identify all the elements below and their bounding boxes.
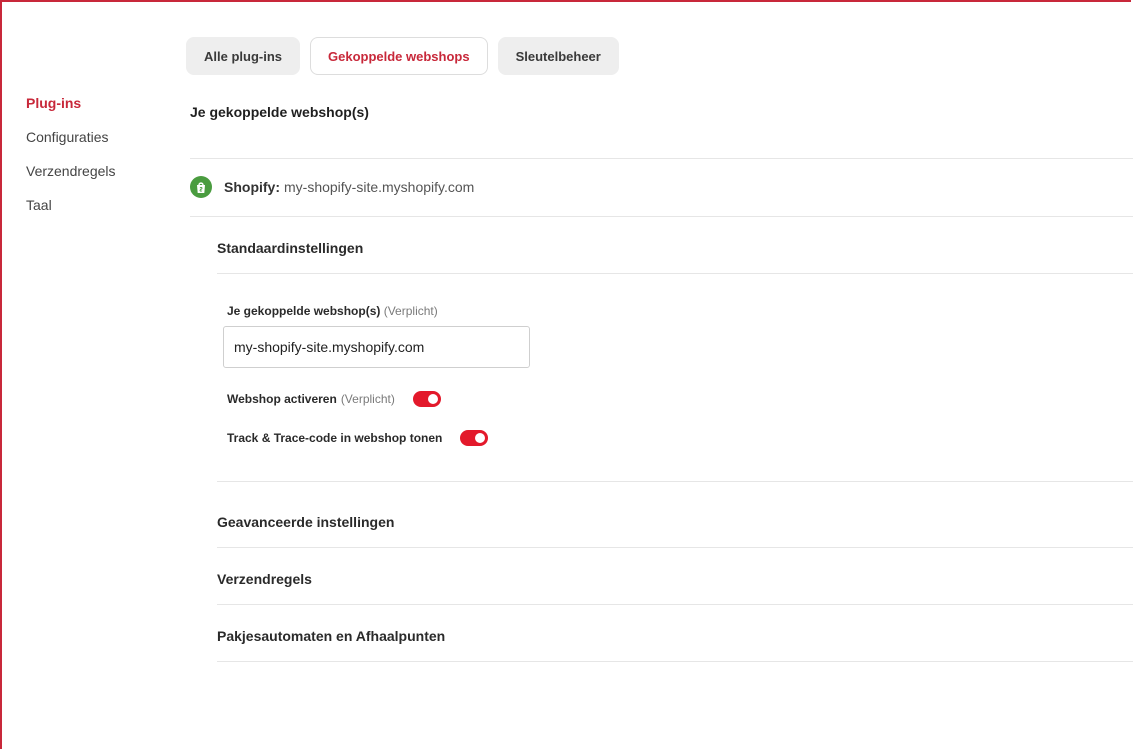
webshop-url-input[interactable] — [223, 326, 530, 368]
activate-webshop-row: Webshop activeren (Verplicht) — [227, 391, 441, 407]
sidebar-item-language[interactable]: Taal — [26, 196, 166, 230]
divider — [217, 661, 1133, 662]
shop-platform: Shopify: — [224, 179, 280, 195]
divider — [217, 547, 1133, 548]
track-trace-label: Track & Trace-code in webshop tonen — [227, 431, 443, 445]
sidebar: Plug-ins Configuraties Verzendregels Taa… — [26, 94, 166, 230]
section-shipping-rules[interactable]: Verzendregels — [217, 571, 312, 587]
section-advanced-settings[interactable]: Geavanceerde instellingen — [217, 514, 394, 530]
activate-webshop-toggle[interactable] — [412, 391, 441, 407]
toggle-knob — [427, 394, 438, 404]
tab-bar: Alle plug-ins Gekoppelde webshops Sleute… — [186, 37, 619, 75]
activate-webshop-label: Webshop activeren — [227, 392, 337, 406]
tab-linked-webshops[interactable]: Gekoppelde webshops — [310, 37, 488, 75]
sidebar-item-configurations[interactable]: Configuraties — [26, 128, 166, 162]
tab-all-plugins[interactable]: Alle plug-ins — [186, 37, 300, 75]
required-hint: (Verplicht) — [340, 392, 395, 406]
section-parcel-lockers-pickup-points[interactable]: Pakjesautomaten en Afhaalpunten — [217, 628, 445, 644]
sidebar-item-shipping-rules[interactable]: Verzendregels — [26, 162, 166, 196]
app-frame — [0, 0, 1131, 749]
track-trace-toggle[interactable] — [460, 430, 489, 446]
divider — [217, 604, 1133, 605]
tab-key-management[interactable]: Sleutelbeheer — [497, 37, 619, 75]
shopify-bag-icon — [190, 176, 212, 198]
track-trace-row: Track & Trace-code in webshop tonen — [227, 430, 489, 446]
required-hint: (Verplicht) — [383, 304, 438, 318]
divider — [217, 481, 1133, 482]
divider — [190, 216, 1133, 217]
page-title: Je gekoppelde webshop(s) — [190, 104, 369, 120]
divider — [190, 158, 1133, 159]
divider — [217, 273, 1133, 274]
webshop-field-label-text: Je gekoppelde webshop(s) — [227, 304, 381, 318]
shop-domain: my-shopify-site.myshopify.com — [284, 179, 475, 195]
section-default-settings[interactable]: Standaardinstellingen — [217, 240, 363, 256]
shop-header[interactable]: Shopify: my-shopify-site.myshopify.com — [190, 174, 474, 200]
webshop-field-label: Je gekoppelde webshop(s) (Verplicht) — [227, 304, 438, 318]
sidebar-item-plugins[interactable]: Plug-ins — [26, 94, 166, 128]
toggle-knob — [475, 433, 486, 443]
